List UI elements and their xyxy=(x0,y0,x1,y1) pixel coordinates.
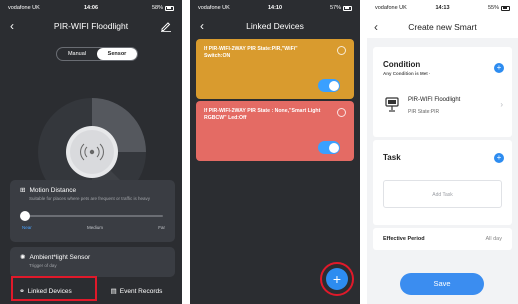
distance-slider-knob[interactable] xyxy=(20,211,30,221)
rule-text: If PIR-WIFI-2WAY PIR State:PIR,"WiFi" Sw… xyxy=(204,46,298,59)
page-title: Linked Devices xyxy=(246,21,304,31)
more-options-icon[interactable] xyxy=(337,108,346,117)
nav-bar: ‹ Linked Devices xyxy=(190,16,360,36)
motion-distance-title: Motion Distance xyxy=(29,186,77,194)
add-task-button[interactable]: Add Task xyxy=(383,180,502,208)
clock: 14:10 xyxy=(267,5,283,11)
ambient-light-title: Ambient*light Sensor xyxy=(29,253,91,261)
screen-floodlight-settings: vodafone UK 14:06 58% ‹ PIR-WIFI Floodli… xyxy=(0,0,182,304)
more-options-icon[interactable] xyxy=(337,46,346,55)
slider-label-medium: Medium xyxy=(87,225,104,230)
back-chevron-icon[interactable]: ‹ xyxy=(200,19,204,33)
add-condition-plus-icon[interactable]: + xyxy=(494,63,504,73)
sun-icon: ✺ xyxy=(20,254,26,261)
add-task-plus-icon[interactable]: + xyxy=(494,153,504,163)
task-title: Task xyxy=(383,153,401,162)
effective-period-row[interactable]: Effective Period All day xyxy=(373,228,512,250)
clock: 14:13 xyxy=(435,5,450,11)
back-chevron-icon[interactable]: ‹ xyxy=(374,20,378,34)
status-bar: vodafone UK 14:13 55% xyxy=(367,0,518,16)
highlight-add-button xyxy=(320,262,354,296)
page-title: Create new Smart xyxy=(408,22,477,32)
chevron-right-icon[interactable]: › xyxy=(500,100,503,109)
nav-bar: ‹ PIR-WIFI Floodlight xyxy=(0,16,182,36)
battery-icon xyxy=(501,5,510,11)
ambient-light-card[interactable]: ✺ Ambient*light Sensor Trigger of day xyxy=(10,247,175,277)
rule-text: If PIR-WIFI-2WAY PIR State : None,"Smart… xyxy=(204,108,321,121)
highlight-linked-devices xyxy=(11,276,97,301)
effective-period-value: All day xyxy=(485,236,502,242)
mode-segmented-control: Manual Sensor xyxy=(56,47,138,61)
event-records-button[interactable]: ▤ Event Records xyxy=(91,287,182,296)
distance-slider-track[interactable] xyxy=(24,215,163,217)
battery-icon xyxy=(165,5,174,11)
ambient-light-description: Trigger of day xyxy=(29,263,57,268)
status-bar: vodafone UK 14:10 57% xyxy=(190,0,360,16)
screen-create-smart: vodafone UK 14:13 55% ‹ Create new Smart… xyxy=(367,0,518,304)
clock: 14:06 xyxy=(83,5,99,11)
segment-manual[interactable]: Manual xyxy=(57,48,97,60)
task-panel: Task + Add Task xyxy=(373,140,512,225)
segment-sensor[interactable]: Sensor xyxy=(97,48,137,60)
battery-icon xyxy=(343,5,352,11)
motion-distance-card: ⊞ Motion Distance Suitable for places wh… xyxy=(10,180,175,242)
linked-rule-card[interactable]: If PIR-WIFI-2WAY PIR State : None,"Smart… xyxy=(196,101,354,161)
back-chevron-icon[interactable]: ‹ xyxy=(10,19,14,33)
page-title: PIR-WIFI Floodlight xyxy=(53,21,129,31)
screen-linked-devices: vodafone UK 14:10 57% ‹ Linked Devices I… xyxy=(190,0,360,304)
event-records-label: Event Records xyxy=(119,287,163,295)
rule-toggle[interactable] xyxy=(318,79,340,92)
condition-mode[interactable]: Any Condition is Met · xyxy=(383,71,431,76)
rule-toggle[interactable] xyxy=(318,141,340,154)
slider-label-far: Far xyxy=(158,225,165,230)
linked-rule-card[interactable]: If PIR-WIFI-2WAY PIR State:PIR,"WiFi" Sw… xyxy=(196,39,354,99)
condition-device-state: PIR State:PIR xyxy=(408,109,440,115)
motion-icon: ⊞ xyxy=(20,187,26,194)
save-button[interactable]: Save xyxy=(400,273,484,295)
records-icon: ▤ xyxy=(110,288,117,295)
slider-label-near: Near xyxy=(22,225,32,230)
motion-distance-description: Suitable for places where pets are frequ… xyxy=(29,196,150,201)
edit-pencil-icon[interactable] xyxy=(160,20,172,32)
floodlight-icon xyxy=(385,97,399,112)
condition-device-name: PIR-WIFI Floodlight xyxy=(408,97,461,103)
effective-period-label: Effective Period xyxy=(383,236,425,242)
condition-panel: Condition Any Condition is Met · + PIR-W… xyxy=(373,47,512,137)
condition-title: Condition xyxy=(383,60,421,69)
nav-bar: ‹ Create new Smart xyxy=(367,16,518,38)
status-bar: vodafone UK 14:06 58% xyxy=(0,0,182,16)
